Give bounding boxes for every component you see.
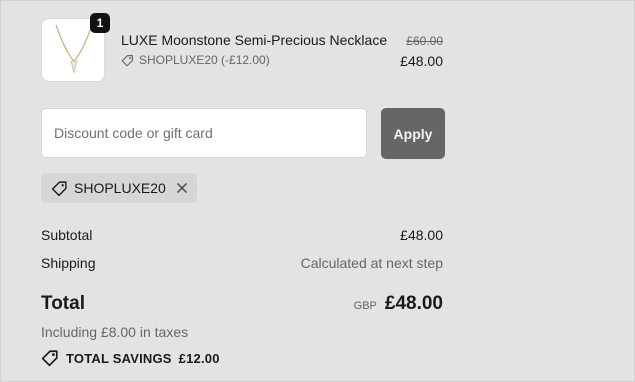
savings-label: TOTAL SAVINGS [66, 350, 172, 366]
shipping-label: Shipping [41, 255, 96, 271]
subtotal-value: £48.00 [400, 227, 443, 243]
quantity-badge: 1 [90, 13, 110, 33]
total-savings: TOTAL SAVINGS £12.00 [41, 349, 220, 367]
tag-icon [51, 180, 67, 196]
shipping-value: Calculated at next step [300, 255, 443, 271]
currency-code: GBP [353, 300, 377, 312]
remove-discount-button[interactable] [176, 182, 188, 194]
taxes-note: Including £8.00 in taxes [41, 324, 189, 340]
product-discount-line: SHOPLUXE20 (-£12.00) [121, 53, 270, 67]
close-icon [176, 183, 187, 193]
total-label: Total [41, 293, 85, 314]
original-price: £60.00 [406, 34, 443, 48]
discount-code-input[interactable] [41, 108, 367, 158]
total-amount-group: GBP £48.00 [354, 293, 443, 315]
tag-icon [41, 350, 58, 367]
total-value: £48.00 [384, 293, 443, 314]
product-name: LUXE Moonstone Semi-Precious Necklace [121, 32, 388, 48]
applied-discount-chip: SHOPLUXE20 [41, 173, 197, 203]
subtotal-label: Subtotal [41, 227, 93, 243]
savings-value: £12.00 [178, 350, 220, 366]
product-price: £48.00 [400, 53, 443, 69]
tag-icon [121, 54, 133, 66]
applied-code-label: SHOPLUXE20 [74, 180, 166, 196]
apply-button[interactable]: Apply [381, 108, 445, 159]
product-discount-text: SHOPLUXE20 (-£12.00) [139, 53, 270, 67]
product-thumbnail: 1 [41, 13, 110, 82]
